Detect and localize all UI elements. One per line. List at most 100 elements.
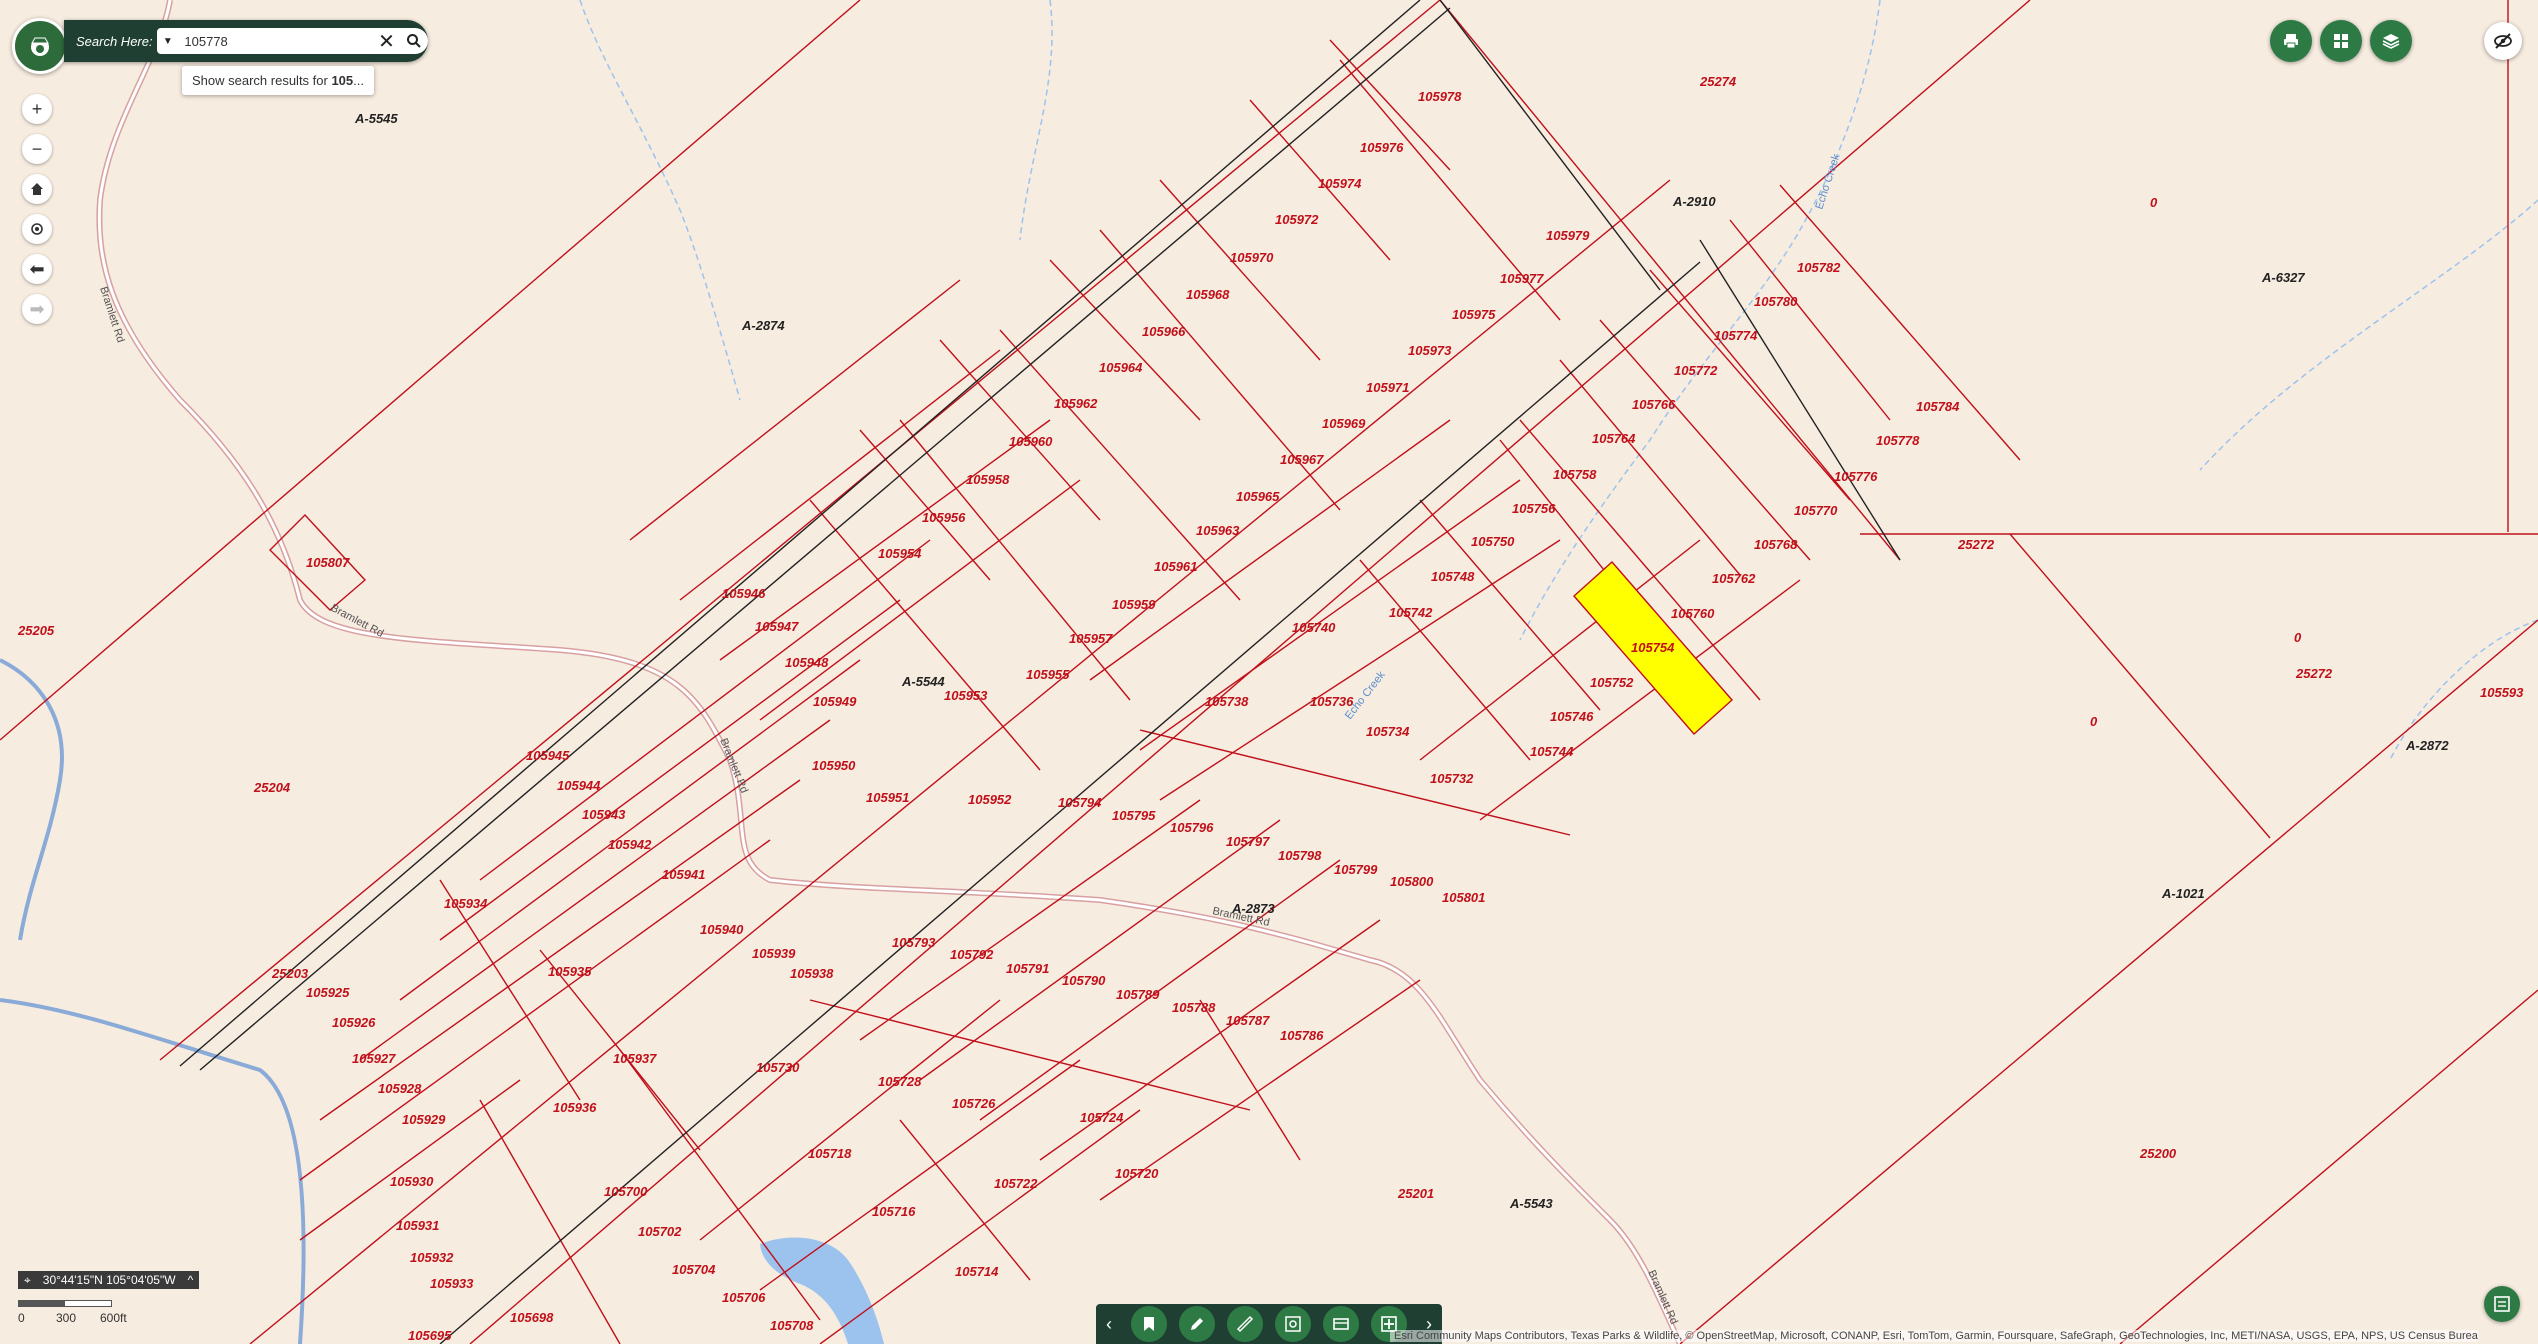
toolbar-prev-button[interactable]: ‹ xyxy=(1099,1314,1119,1335)
parcel-label: 105971 xyxy=(1366,380,1409,395)
parcel-label: 105937 xyxy=(613,1051,657,1066)
road-labels: Bramlett Rd Bramlett Rd Bramlett Rd Bram… xyxy=(97,285,1680,1326)
parcel-label: 105706 xyxy=(722,1290,766,1305)
clear-search-button[interactable]: ✕ xyxy=(373,28,400,54)
search-input[interactable] xyxy=(178,28,374,54)
measure-button[interactable] xyxy=(1227,1306,1263,1342)
parcel-label: 105762 xyxy=(1712,571,1756,586)
parcel-label: 105791 xyxy=(1006,961,1049,976)
svg-text:A-5545: A-5545 xyxy=(354,111,398,126)
svg-text:A-5544: A-5544 xyxy=(901,674,945,689)
search-label: Search Here: xyxy=(76,33,153,49)
print-button[interactable] xyxy=(2270,20,2312,62)
parcel-label: 105970 xyxy=(1230,250,1274,265)
parcel-label: 105962 xyxy=(1054,396,1098,411)
parcel-label: 105704 xyxy=(672,1262,716,1277)
zoom-in-button[interactable]: + xyxy=(22,94,52,124)
bramlett-road xyxy=(96,0,1683,1344)
parcel-label: 105784 xyxy=(1916,399,1960,414)
map-attribution: Esri Community Maps Contributors, Texas … xyxy=(1390,1330,2478,1342)
measure-icon xyxy=(1236,1315,1254,1333)
layers-button[interactable] xyxy=(2370,20,2412,62)
bookmarks-button[interactable] xyxy=(1131,1306,1167,1342)
parcel-label: 0 xyxy=(2090,714,2098,729)
parcel-label: 105788 xyxy=(1172,1000,1216,1015)
parcel-label: 105950 xyxy=(812,758,856,773)
parcel-label: 105792 xyxy=(950,947,994,962)
parcel-label: 105936 xyxy=(553,1100,597,1115)
parcel-label: 105790 xyxy=(1062,973,1106,988)
parcel-label: 105786 xyxy=(1280,1028,1324,1043)
parcel-label: 105965 xyxy=(1236,489,1280,504)
parcel-label: 105760 xyxy=(1671,606,1715,621)
svg-text:A-6327: A-6327 xyxy=(2261,270,2305,285)
parcel-lines xyxy=(0,0,2538,1344)
table-icon xyxy=(1333,1318,1349,1330)
parcel-label: 105728 xyxy=(878,1074,922,1089)
parcel-label: 105978 xyxy=(1418,89,1462,104)
parcel-label: 105797 xyxy=(1226,834,1270,849)
caret-down-icon: ▼ xyxy=(162,35,173,47)
next-extent-button[interactable]: ➡ xyxy=(22,294,52,324)
parcel-label: 0 xyxy=(2294,630,2302,645)
parcel-label: 105977 xyxy=(1500,271,1544,286)
parcel-label: 25205 xyxy=(17,623,55,638)
parcel-label: 25272 xyxy=(2295,666,2333,681)
zoom-out-button[interactable]: − xyxy=(22,134,52,164)
parcel-label: 25200 xyxy=(2139,1146,2177,1161)
suggestion-prefix: Show search results for xyxy=(192,73,332,88)
plus-icon: + xyxy=(31,98,43,119)
parcel-label: 105754 xyxy=(1631,640,1675,655)
close-icon: ✕ xyxy=(378,30,395,53)
search-suggestion[interactable]: Show search results for 105... xyxy=(182,66,374,95)
parcel-label: 105941 xyxy=(662,867,705,882)
previous-extent-button[interactable]: ⬅ xyxy=(22,254,52,284)
parcel-label: 105720 xyxy=(1115,1166,1159,1181)
parcel-label: 105931 xyxy=(396,1218,439,1233)
parcel-label: 105776 xyxy=(1834,469,1878,484)
suggestion-suffix: ... xyxy=(353,73,364,88)
parcel-label: 0 xyxy=(2150,195,2158,210)
parcel-label: 105768 xyxy=(1754,537,1798,552)
svg-text:A-2872: A-2872 xyxy=(2405,738,2449,753)
parcel-label: 105939 xyxy=(752,946,796,961)
layers-icon xyxy=(2382,34,2400,49)
parcel-label: 105963 xyxy=(1196,523,1240,538)
query-button[interactable] xyxy=(1275,1306,1311,1342)
table-button[interactable] xyxy=(1323,1306,1359,1342)
parcel-label: 105794 xyxy=(1058,795,1102,810)
parcel-label: 105732 xyxy=(1430,771,1474,786)
basemap-gallery-button[interactable] xyxy=(2320,20,2362,62)
search-button[interactable] xyxy=(399,28,428,54)
parcel-label: 105778 xyxy=(1876,433,1920,448)
hide-ui-button[interactable] xyxy=(2484,22,2522,60)
parcel-label: 105932 xyxy=(410,1250,454,1265)
parcel-label: 105807 xyxy=(306,555,350,570)
suggestion-bold: 105 xyxy=(331,73,354,88)
eye-slash-icon xyxy=(2494,33,2512,49)
chevron-left-icon: ‹ xyxy=(1106,1313,1112,1334)
search-source-dropdown[interactable]: ▼ xyxy=(157,28,179,54)
parcel-label: 105748 xyxy=(1431,569,1475,584)
parcel-label: 105929 xyxy=(402,1112,446,1127)
parcel-label: 25272 xyxy=(1957,537,1995,552)
parcel-label: 105947 xyxy=(755,619,799,634)
legend-button[interactable] xyxy=(2484,1286,2520,1322)
app-logo-button[interactable] xyxy=(12,18,68,74)
parcel-label: 105948 xyxy=(785,655,829,670)
parcel-label: 105758 xyxy=(1553,467,1597,482)
parcel-label: 105740 xyxy=(1292,620,1336,635)
draw-button[interactable] xyxy=(1179,1306,1215,1342)
locate-button[interactable] xyxy=(22,214,52,244)
parcel-label: 105940 xyxy=(700,922,744,937)
parcel-label: 105698 xyxy=(510,1310,554,1325)
home-button[interactable] xyxy=(22,174,52,204)
parcel-label: 105738 xyxy=(1205,694,1249,709)
parcel-label: 105961 xyxy=(1154,559,1197,574)
parcel-map[interactable]: A-5545 A-2874 A-2910 A-6327 A-5544 A-287… xyxy=(0,0,2538,1344)
parcel-label: 105708 xyxy=(770,1318,814,1333)
parcel-label: 105774 xyxy=(1714,328,1758,343)
caret-up-icon[interactable]: ^ xyxy=(182,1273,200,1287)
scale-bar: 0 300 600ft xyxy=(18,1300,127,1325)
search-bar: Search Here: ▼ ✕ xyxy=(64,20,428,62)
